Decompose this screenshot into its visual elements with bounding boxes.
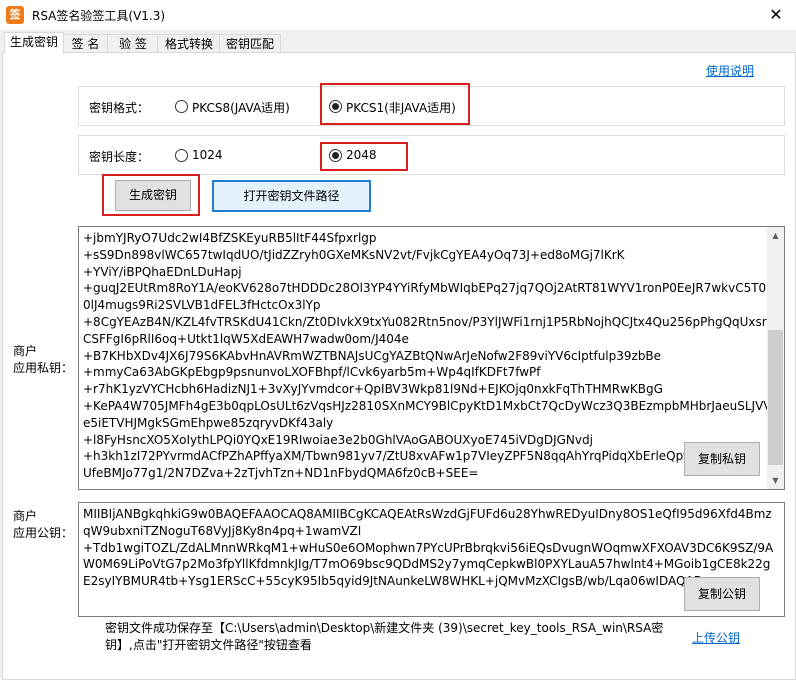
generate-key-button[interactable]: 生成密钥: [115, 180, 191, 211]
window-title: RSA签名验签工具(V1.3): [32, 9, 166, 23]
private-key-label-line2: 应用私钥：: [13, 361, 74, 375]
key-text-line: E2syIYBMUR4tb+Ysg1ERScC+55cyK95Ib5qyid9J…: [83, 574, 702, 589]
key-text-line: +r7hK1yzVYCHcbh6HadizNJ1+3vXyJYvmdcor+Qp…: [83, 382, 663, 397]
public-key-label: 商户 应用公钥：: [13, 508, 73, 542]
key-text-line: MIIBIjANBgkqhkiG9w0BAQEFAAOCAQ8AMIIBCgKC…: [83, 507, 772, 521]
status-line2: 钥】,点击"打开密钥文件路径"按钮查看: [105, 638, 312, 652]
key-text-line: +B7KHbXDv4JX6J79S6KAbvHnAVRmWZTBNAJsUCgY…: [83, 348, 662, 363]
public-key-textarea[interactable]: MIIBIjANBgkqhkiG9w0BAQEFAAOCAQ8AMIIBCgKC…: [78, 502, 785, 617]
key-text-line: +YViY/iBPQhaEDnLDuHapj: [83, 264, 242, 279]
key-text-line: +Tdb1wgiTOZL/ZdALMnnWRkqM1+wHuS0e6OMophw…: [83, 540, 774, 555]
key-text-line: +KePA4W705JMFh4gE3b0qpLOsULt6zVqsHJz2810…: [83, 398, 772, 413]
key-text-line: CSFFgI6pRlI6oq+Utkt1lqW5XdEAWH7wadw0om/J…: [83, 331, 409, 346]
scroll-thumb[interactable]: [768, 330, 783, 465]
tab-sign[interactable]: 签 名: [62, 34, 109, 53]
app-icon: 签: [6, 6, 24, 24]
key-format-label: 密钥格式：: [89, 101, 150, 115]
radio-pkcs8[interactable]: [175, 100, 188, 113]
private-key-text: +jbmYJRyO7Udc2wI4BfZSKEyuRB5lItF44Sfpxrl…: [79, 227, 784, 482]
key-text-line: +jbmYJRyO7Udc2wI4BfZSKEyuRB5lItF44Sfpxrl…: [83, 231, 377, 245]
public-key-text: MIIBIjANBgkqhkiG9w0BAQEFAAOCAQ8AMIIBCgKC…: [79, 503, 784, 590]
status-message: 密钥文件成功保存至【C:\Users\admin\Desktop\新建文件夹 (…: [105, 620, 663, 654]
key-format-group: 密钥格式： PKCS8(JAVA适用) PKCS1(非JAVA适用): [78, 83, 785, 126]
key-length-label: 密钥长度：: [89, 150, 150, 164]
key-text-line: qW9ubxniTZNoguT68VyJj8Ky8n4pq+1wamVZI: [83, 523, 362, 538]
public-key-label-line1: 商户: [13, 509, 38, 523]
tab-format-convert[interactable]: 格式转换: [157, 34, 221, 53]
key-text-line: +h3kh1zI72PYvrmdACfPZhAPffyaXM/Tbwn981yv…: [83, 449, 727, 464]
scroll-up-icon[interactable]: ▲: [767, 227, 784, 244]
scroll-down-icon[interactable]: ▼: [767, 472, 784, 489]
generate-key-panel: 使用说明 密钥格式： PKCS8(JAVA适用) PKCS1(非JAVA适用) …: [2, 52, 796, 680]
key-text-line: +8CgYEAzB4N/KZL4fvTRSKdU41Ckn/Zt0DIvkX9t…: [83, 314, 775, 329]
highlight-pkcs1: [320, 83, 470, 125]
tab-verify[interactable]: 验 签: [107, 34, 159, 53]
status-line1: 密钥文件成功保存至【C:\Users\admin\Desktop\新建文件夹 (…: [105, 621, 664, 635]
tab-generate-key[interactable]: 生成密钥: [4, 32, 64, 54]
key-text-line: 0lJ4mugs9Ri2SVLVB1dFEL3fHctcOx3lYp: [83, 298, 321, 313]
upload-public-key-link[interactable]: 上传公钥: [692, 629, 740, 646]
key-text-line: W0M69LiPoVtG7p2Mo3fpYllKfdmnkJIg/T7mO69b…: [83, 557, 771, 572]
help-link[interactable]: 使用说明: [706, 62, 754, 79]
radio-1024-label[interactable]: 1024: [192, 148, 223, 162]
key-length-group: 密钥长度： 1024 2048: [78, 135, 785, 175]
key-text-line: +mmyCa63AbGKpEbgp9psnunvoLXOFBhpf/lCvk6y…: [83, 365, 541, 380]
radio-1024[interactable]: [175, 149, 188, 162]
private-key-label-line1: 商户: [13, 344, 38, 358]
key-text-line: e5iETVHJMgkSGmEhpwe85zqryvDKf43aly: [83, 415, 334, 430]
highlight-2048: [320, 142, 408, 171]
window-client: 生成密钥 签 名 验 签 格式转换 密钥匹配 使用说明 密钥格式： PKCS8(…: [0, 30, 796, 680]
private-key-label: 商户 应用私钥：: [13, 343, 73, 377]
private-key-textarea[interactable]: +jbmYJRyO7Udc2wI4BfZSKEyuRB5lItF44Sfpxrl…: [78, 226, 785, 490]
key-text-line: UfeBMJo77g1/2N7DZva+2zTjvhTzn+ND1nFbydQM…: [83, 466, 479, 481]
radio-pkcs8-label[interactable]: PKCS8(JAVA适用): [192, 99, 290, 116]
key-text-line: +sS9Dn898vlWC657twIqdUO/tJidZZryh0GXeMKs…: [83, 247, 625, 262]
copy-public-key-button[interactable]: 复制公钥: [684, 577, 760, 611]
key-text-line: +l8FyHsncXO5XoIythLPQi0YQxE19RIwoiae3e2b…: [83, 432, 593, 447]
copy-private-key-button[interactable]: 复制私钥: [684, 442, 760, 476]
close-button[interactable]: ✕: [756, 0, 796, 30]
open-key-path-button[interactable]: 打开密钥文件路径: [212, 180, 371, 212]
title-bar: 签 RSA签名验签工具(V1.3) ✕: [0, 0, 796, 30]
key-text-line: +guqJ2EUtRm8RoY1A/eoKV628o7tHDDDc28Ol3YP…: [83, 281, 774, 296]
tab-key-match[interactable]: 密钥匹配: [219, 34, 281, 53]
public-key-label-line2: 应用公钥：: [13, 526, 74, 540]
private-key-scrollbar[interactable]: ▲ ▼: [767, 227, 784, 489]
